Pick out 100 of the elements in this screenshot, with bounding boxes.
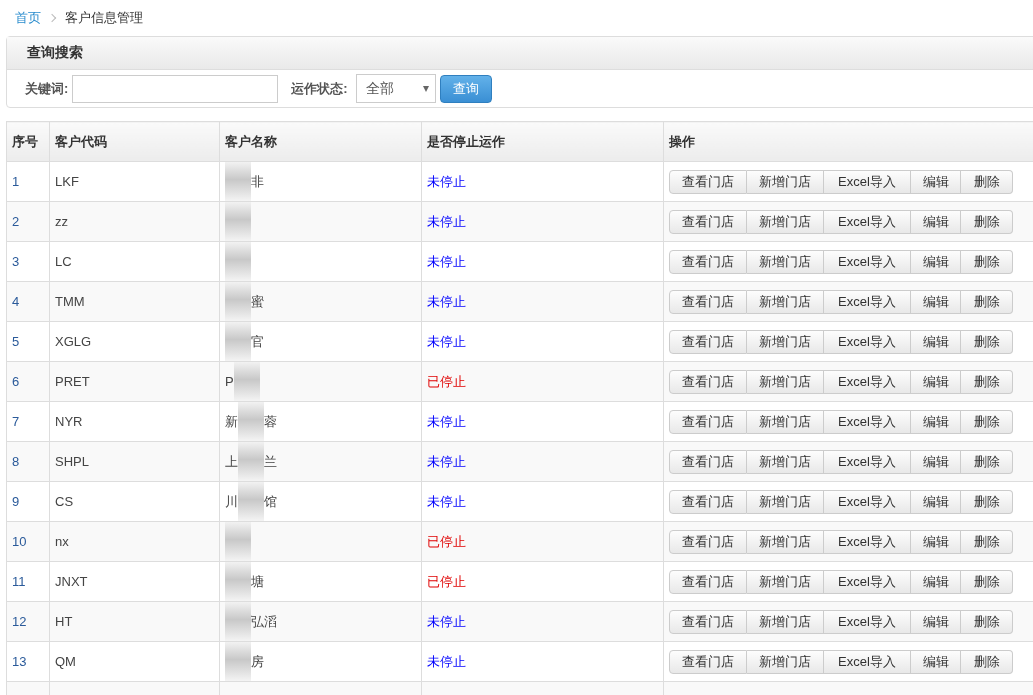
action-button[interactable]: 编辑 (911, 369, 961, 394)
status-text: 未停止 (427, 453, 466, 469)
action-button[interactable]: 编辑 (911, 449, 961, 474)
action-button[interactable]: 新增门店 (747, 249, 824, 274)
name-text: 非 (251, 172, 264, 191)
name-text: 弘滔 (251, 612, 277, 631)
action-button[interactable]: 查看门店 (669, 289, 747, 314)
field-label: 关键词: (25, 79, 69, 98)
action-button[interactable]: 编辑 (911, 649, 961, 674)
action-button[interactable]: 新增门店 (747, 209, 824, 234)
action-button[interactable]: 删除 (961, 249, 1013, 274)
table-cell: 12 (6, 601, 50, 642)
status-dropdown[interactable]: 全部 (355, 74, 436, 103)
table-cell: 4 (6, 281, 50, 322)
breadcrumb-link[interactable]: 首页 (15, 9, 41, 27)
panel-title: 查询搜索 (27, 44, 83, 62)
action-button[interactable]: 删除 (961, 409, 1013, 434)
action-button[interactable]: 编辑 (911, 249, 961, 274)
action-button[interactable]: 删除 (961, 169, 1013, 194)
keyword-input[interactable] (72, 74, 279, 103)
action-button[interactable]: 删除 (961, 329, 1013, 354)
action-button[interactable]: 编辑 (911, 489, 961, 514)
action-button[interactable]: 删除 (961, 449, 1013, 474)
name-text: 房 (251, 652, 264, 671)
action-button[interactable]: 新增门店 (747, 329, 824, 354)
action-button[interactable]: 新增门店 (747, 489, 824, 514)
action-button[interactable]: Excel导入 (824, 409, 911, 434)
action-button[interactable]: 查看门店 (669, 409, 747, 434)
table-cell: 10 (6, 521, 50, 562)
action-button[interactable]: Excel导入 (824, 209, 911, 234)
name-text: 官 (251, 332, 264, 351)
table-cell: SHPL (49, 441, 220, 482)
action-button[interactable]: 查看门店 (669, 489, 747, 514)
action-button[interactable]: 新增门店 (747, 449, 824, 474)
action-button[interactable]: 删除 (961, 649, 1013, 674)
table-cell: 2 (6, 201, 50, 242)
action-button[interactable]: 编辑 (911, 609, 961, 634)
action-button[interactable]: 查看门店 (669, 529, 747, 554)
status-text: 未停止 (427, 613, 466, 629)
table-cell: 6 (6, 361, 50, 402)
action-button[interactable]: Excel导入 (824, 249, 911, 274)
action-button[interactable]: 编辑 (911, 209, 961, 234)
table-cell: NYR (49, 401, 220, 442)
action-button[interactable]: 新增门店 (747, 289, 824, 314)
action-button[interactable]: 查看门店 (669, 609, 747, 634)
action-button[interactable]: 查看门店 (669, 649, 747, 674)
action-button[interactable]: 新增门店 (747, 409, 824, 434)
action-button[interactable]: 编辑 (911, 289, 961, 314)
status-text: 未停止 (427, 413, 466, 429)
action-button[interactable]: 查看门店 (669, 369, 747, 394)
action-button[interactable]: 查看门店 (669, 249, 747, 274)
action-button[interactable]: 新增门店 (747, 369, 824, 394)
action-button[interactable]: 编辑 (911, 409, 961, 434)
action-button[interactable]: 新增门店 (747, 569, 824, 594)
action-button[interactable]: 查看门店 (669, 449, 747, 474)
action-button[interactable]: Excel导入 (824, 169, 911, 194)
action-button[interactable]: 新增门店 (747, 169, 824, 194)
action-button[interactable]: 删除 (961, 529, 1013, 554)
action-button[interactable]: 删除 (961, 289, 1013, 314)
action-button[interactable]: Excel导入 (824, 369, 911, 394)
name-text: 川 (225, 492, 238, 511)
action-button[interactable]: 新增门店 (747, 529, 824, 554)
status-text: 已停止 (427, 533, 466, 549)
action-button[interactable]: Excel导入 (824, 449, 911, 474)
action-button[interactable]: Excel导入 (824, 569, 911, 594)
column-header: 操作 (663, 121, 1033, 162)
action-button[interactable]: 删除 (961, 369, 1013, 394)
action-button[interactable]: 删除 (961, 489, 1013, 514)
column-header: 客户代码 (49, 121, 220, 162)
status-text: 未停止 (427, 253, 466, 269)
table-cell: HT (49, 601, 220, 642)
table-cell: LKF (49, 161, 220, 202)
action-button[interactable]: 查看门店 (669, 329, 747, 354)
status-text: 未停止 (427, 213, 466, 229)
name-text: 新 (225, 412, 238, 431)
table-cell: LC (49, 241, 220, 282)
status-text: 未停止 (427, 653, 466, 669)
action-button[interactable]: 查看门店 (669, 569, 747, 594)
action-button[interactable]: 删除 (961, 209, 1013, 234)
table-cell: 9 (6, 481, 50, 522)
action-button[interactable]: 新增门店 (747, 609, 824, 634)
action-button[interactable]: 查看门店 (669, 169, 747, 194)
action-button[interactable]: Excel导入 (824, 529, 911, 554)
action-button[interactable]: 删除 (961, 569, 1013, 594)
action-button[interactable]: Excel导入 (824, 609, 911, 634)
action-button[interactable]: Excel导入 (824, 289, 911, 314)
action-button[interactable]: Excel导入 (824, 649, 911, 674)
table-cell: nx (49, 521, 220, 562)
action-button[interactable]: 删除 (961, 609, 1013, 634)
status-text: 已停止 (427, 573, 466, 589)
action-button[interactable]: 查看门店 (669, 209, 747, 234)
name-text: 塘 (251, 572, 264, 591)
action-button[interactable]: 新增门店 (747, 649, 824, 674)
name-text: 蓉 (264, 412, 277, 431)
action-button[interactable]: 编辑 (911, 529, 961, 554)
action-button[interactable]: Excel导入 (824, 329, 911, 354)
action-button[interactable]: 编辑 (911, 169, 961, 194)
action-button[interactable]: 编辑 (911, 569, 961, 594)
action-button[interactable]: Excel导入 (824, 489, 911, 514)
action-button[interactable]: 编辑 (911, 329, 961, 354)
